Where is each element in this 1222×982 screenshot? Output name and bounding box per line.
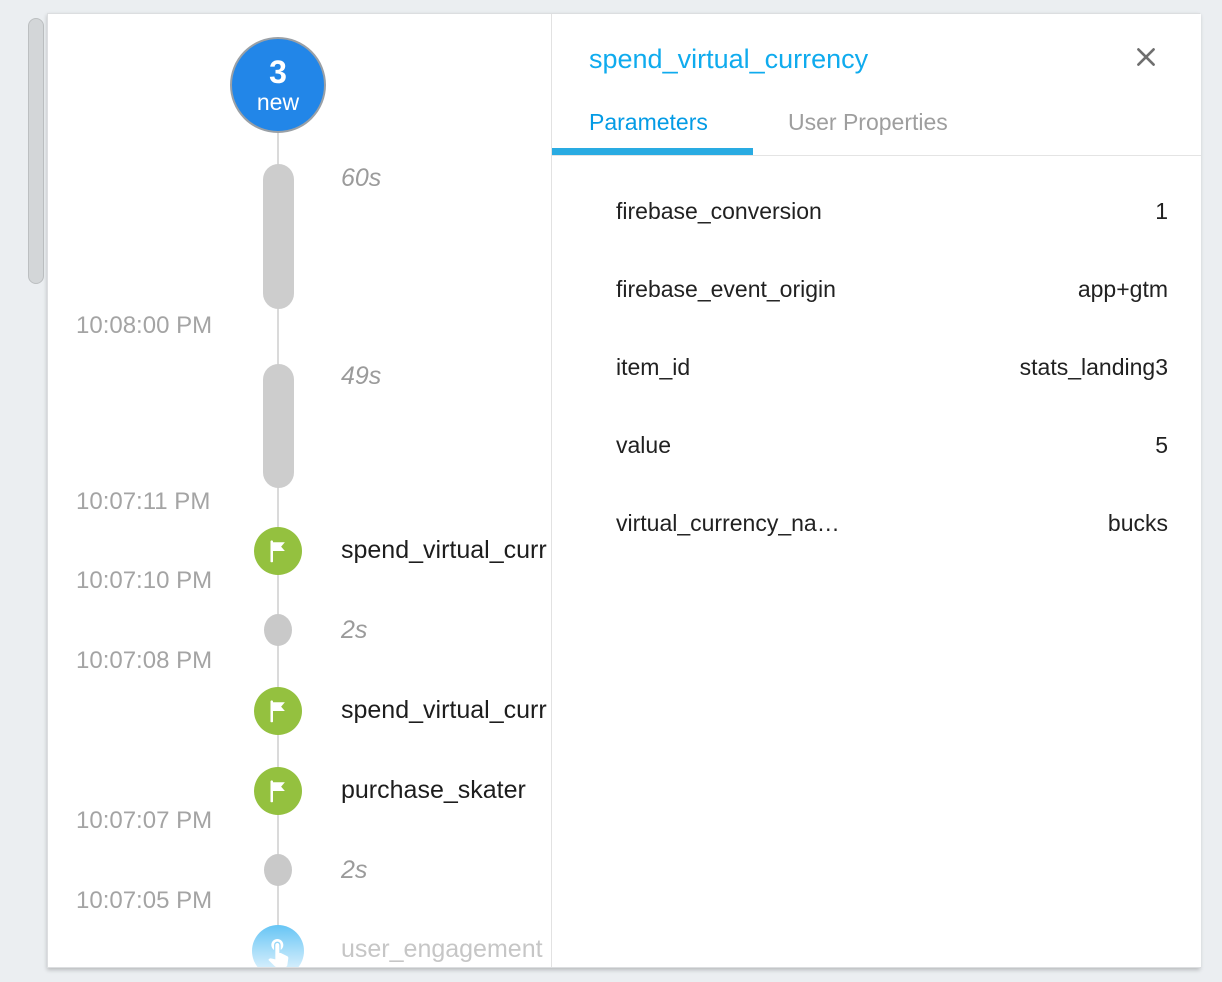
close-icon[interactable] — [1133, 44, 1159, 70]
parameter-list: firebase_conversion 1 firebase_event_ori… — [552, 156, 1201, 562]
event-timeline: 3 new 60s 10:08:00 PM 49s 10:07:11 PM sp… — [48, 14, 551, 967]
gap-duration: 49s — [341, 362, 381, 390]
parameter-name: value — [616, 432, 671, 459]
parameter-name: firebase_event_origin — [616, 276, 836, 303]
parameter-value: app+gtm — [1078, 276, 1168, 303]
parameter-row: virtual_currency_na… bucks — [552, 484, 1201, 562]
event-name[interactable]: purchase_skater — [341, 776, 551, 804]
event-name[interactable]: user_engagement — [341, 935, 551, 963]
touch-icon[interactable] — [252, 925, 304, 967]
timestamp: 10:07:07 PM — [76, 808, 212, 834]
parameter-row: firebase_event_origin app+gtm — [552, 250, 1201, 328]
parameter-row: firebase_conversion 1 — [552, 172, 1201, 250]
parameter-value: bucks — [1108, 510, 1168, 537]
flag-icon[interactable] — [254, 687, 302, 735]
timeline-scrollbar[interactable] — [28, 18, 44, 284]
event-detail-panel: spend_virtual_currency Parameters User P… — [551, 14, 1201, 967]
parameter-value: stats_landing3 — [1020, 354, 1168, 381]
gap-duration: 2s — [341, 616, 367, 644]
timestamp: 10:07:11 PM — [76, 489, 210, 515]
parameter-name: item_id — [616, 354, 690, 381]
new-events-badge[interactable]: 3 new — [230, 37, 326, 133]
timestamp: 10:07:10 PM — [76, 568, 212, 594]
parameter-value: 5 — [1155, 432, 1168, 459]
active-tab-indicator — [552, 148, 753, 155]
parameter-value: 1 — [1155, 198, 1168, 225]
session-gap-pill — [263, 364, 294, 488]
timestamp: 10:07:08 PM — [76, 648, 212, 674]
parameter-name: firebase_conversion — [616, 198, 822, 225]
debug-view-card: 3 new 60s 10:08:00 PM 49s 10:07:11 PM sp… — [47, 13, 1200, 968]
new-events-label: new — [257, 89, 299, 115]
gap-duration: 60s — [341, 164, 381, 192]
gap-dot — [264, 614, 292, 646]
gap-dot — [264, 854, 292, 886]
timestamp: 10:07:05 PM — [76, 888, 212, 914]
timestamp: 10:08:00 PM — [76, 313, 212, 339]
tab-parameters[interactable]: Parameters — [589, 109, 708, 135]
flag-icon[interactable] — [254, 527, 302, 575]
gap-duration: 2s — [341, 856, 367, 884]
event-detail-title: spend_virtual_currency — [589, 44, 868, 75]
parameter-row: value 5 — [552, 406, 1201, 484]
flag-icon[interactable] — [254, 767, 302, 815]
parameter-row: item_id stats_landing3 — [552, 328, 1201, 406]
tab-user-properties[interactable]: User Properties — [788, 109, 948, 135]
parameter-name: virtual_currency_na… — [616, 510, 840, 537]
event-name[interactable]: spend_virtual_curr — [341, 536, 551, 564]
new-events-count: 3 — [269, 55, 287, 89]
event-name[interactable]: spend_virtual_curr — [341, 696, 551, 724]
session-gap-pill — [263, 164, 294, 309]
